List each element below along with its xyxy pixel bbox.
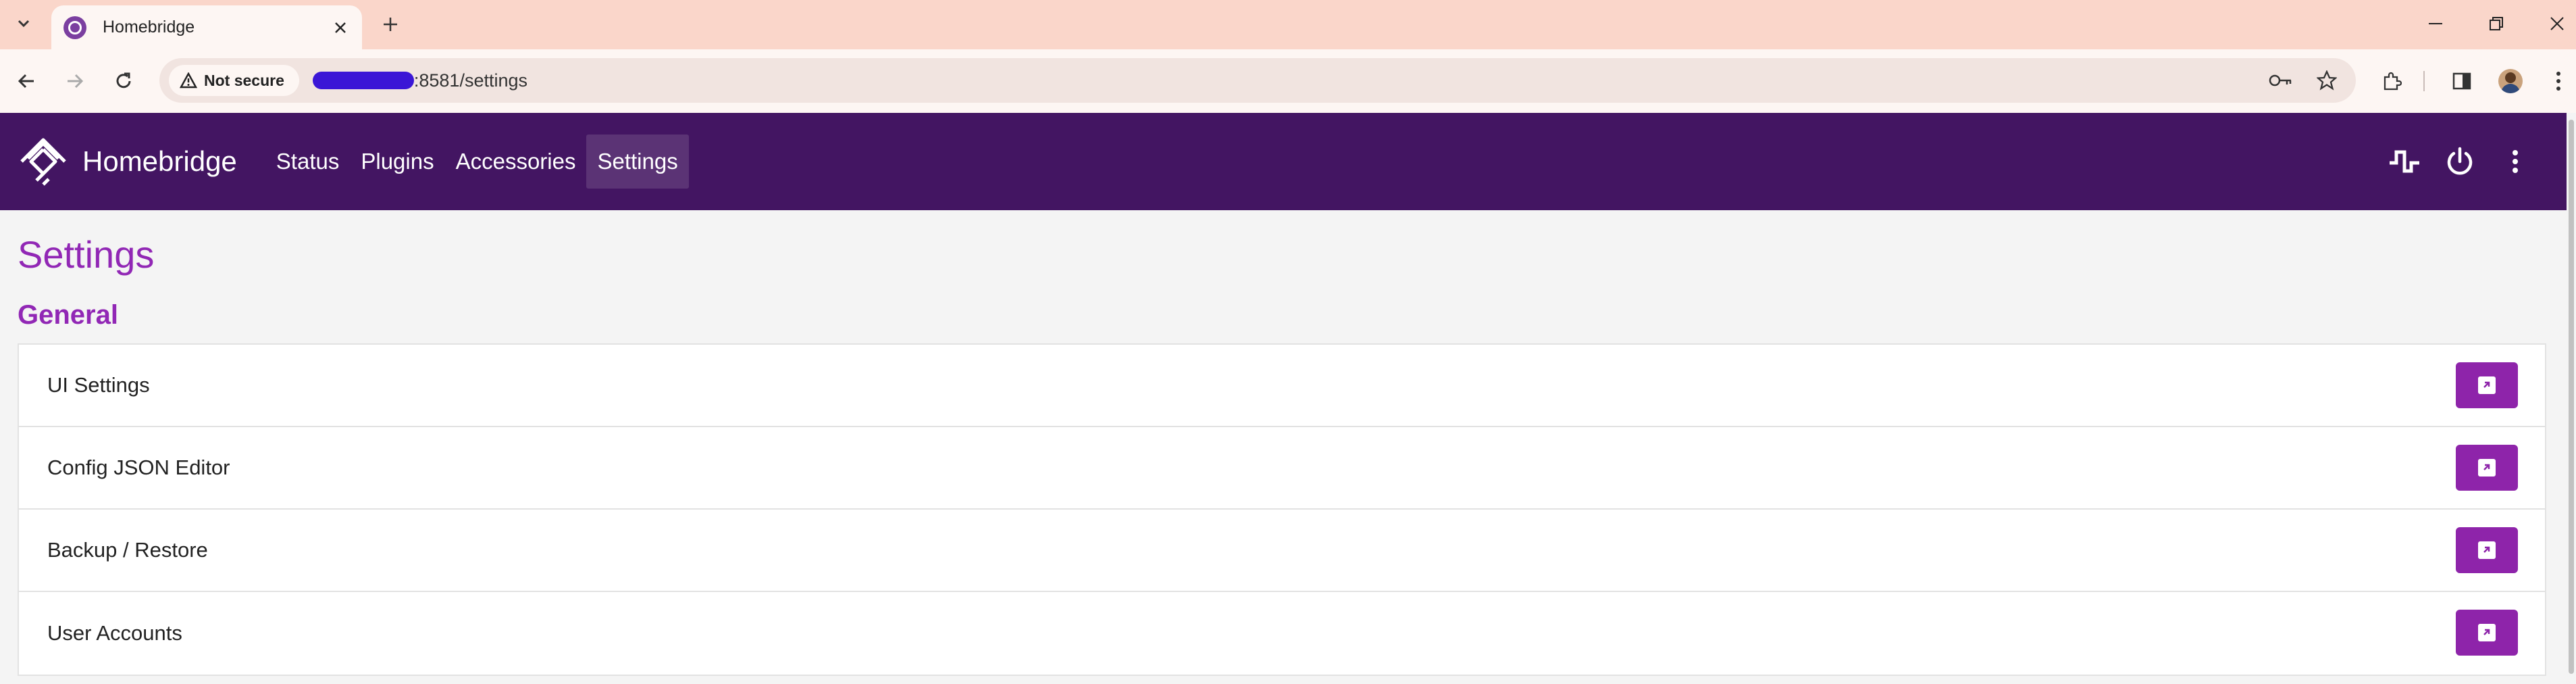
security-indicator[interactable]: Not secure [169,65,299,96]
forward-arrow-icon [68,74,84,89]
key-icon [2269,74,2292,87]
open-backup-restore-button[interactable] [2456,527,2518,573]
brand-name: Homebridge [82,145,237,177]
nav-status[interactable]: Status [265,135,351,189]
page-scrollbar[interactable] [2567,113,2576,684]
browser-tab[interactable]: Homebridge [51,5,362,49]
settings-row-label: User Accounts [47,621,182,645]
security-label: Not secure [204,71,284,89]
close-icon [335,22,346,33]
restore-icon [2490,17,2503,30]
open-user-accounts-button[interactable] [2456,610,2518,656]
nav-settings[interactable]: Settings [586,135,689,189]
plus-icon [384,18,397,31]
homebridge-favicon [63,16,86,39]
extensions-icon [2384,72,2402,91]
settings-list: UI Settings Config JSON Editor Backup / … [18,343,2546,676]
open-config-json-editor-button[interactable] [2456,445,2518,491]
main-nav: Status Plugins Accessories Settings [265,135,689,189]
url-text: :8581/settings [413,70,527,91]
back-button[interactable] [9,64,43,98]
logs-button[interactable] [2386,143,2423,180]
open-ui-settings-button[interactable] [2456,362,2518,408]
homebridge-logo [20,138,66,186]
forward-button[interactable] [58,64,92,98]
page-title: Settings [18,233,155,276]
nav-accessories[interactable]: Accessories [445,135,587,189]
restore-button[interactable] [2476,7,2517,41]
settings-row-config-json-editor: Config JSON Editor [19,427,2545,510]
brand-link[interactable]: Homebridge [18,136,237,187]
profile-button[interactable] [2494,64,2527,98]
close-icon [2550,17,2564,30]
password-manager-button[interactable] [2265,65,2296,96]
back-arrow-icon [18,74,34,89]
minimize-icon [2429,23,2442,24]
tab-title: Homebridge [103,18,195,36]
window-close-button[interactable] [2537,7,2576,41]
extensions-button[interactable] [2375,64,2408,98]
settings-row-backup-restore: Backup / Restore [19,510,2545,592]
settings-row-label: Config JSON Editor [47,456,230,479]
browser-menu-button[interactable] [2545,64,2572,98]
open-icon [2478,459,2496,477]
tab-close-button[interactable] [326,13,355,43]
warning-icon [180,72,197,89]
side-panel-icon [2452,72,2471,90]
settings-row-label: UI Settings [47,373,150,397]
toolbar-divider [2423,71,2425,91]
settings-row-user-accounts: User Accounts [19,592,2545,675]
chevron-down-icon [18,20,30,28]
kebab-menu-icon [2556,72,2560,91]
address-bar[interactable]: Not secure :8581/settings [159,58,2356,103]
tab-search-button[interactable] [7,8,41,39]
browser-toolbar: Not secure :8581/settings [0,49,2576,113]
reload-button[interactable] [107,64,140,98]
settings-row-label: Backup / Restore [47,538,208,562]
new-tab-button[interactable] [376,9,405,39]
open-icon [2478,624,2496,641]
minimize-button[interactable] [2415,7,2456,41]
power-icon [2447,147,2473,175]
app-header: Homebridge Status Plugins Accessories Se… [0,113,2567,210]
reload-icon [116,72,131,89]
pulse-icon [2390,150,2419,173]
nav-plugins[interactable]: Plugins [350,135,444,189]
power-button[interactable] [2441,143,2479,180]
bookmark-button[interactable] [2311,65,2342,96]
open-icon [2478,541,2496,559]
side-panel-button[interactable] [2445,64,2479,98]
scrollbar-thumb[interactable] [2569,120,2574,674]
star-icon [2317,70,2337,91]
avatar [2498,69,2523,93]
section-title-general: General [18,300,118,330]
browser-tab-bar: Homebridge [0,0,2576,49]
settings-row-ui-settings: UI Settings [19,345,2545,427]
open-icon [2478,376,2496,394]
kebab-menu-icon [2513,150,2518,173]
app-menu-button[interactable] [2496,143,2534,180]
redacted-host [312,72,414,89]
